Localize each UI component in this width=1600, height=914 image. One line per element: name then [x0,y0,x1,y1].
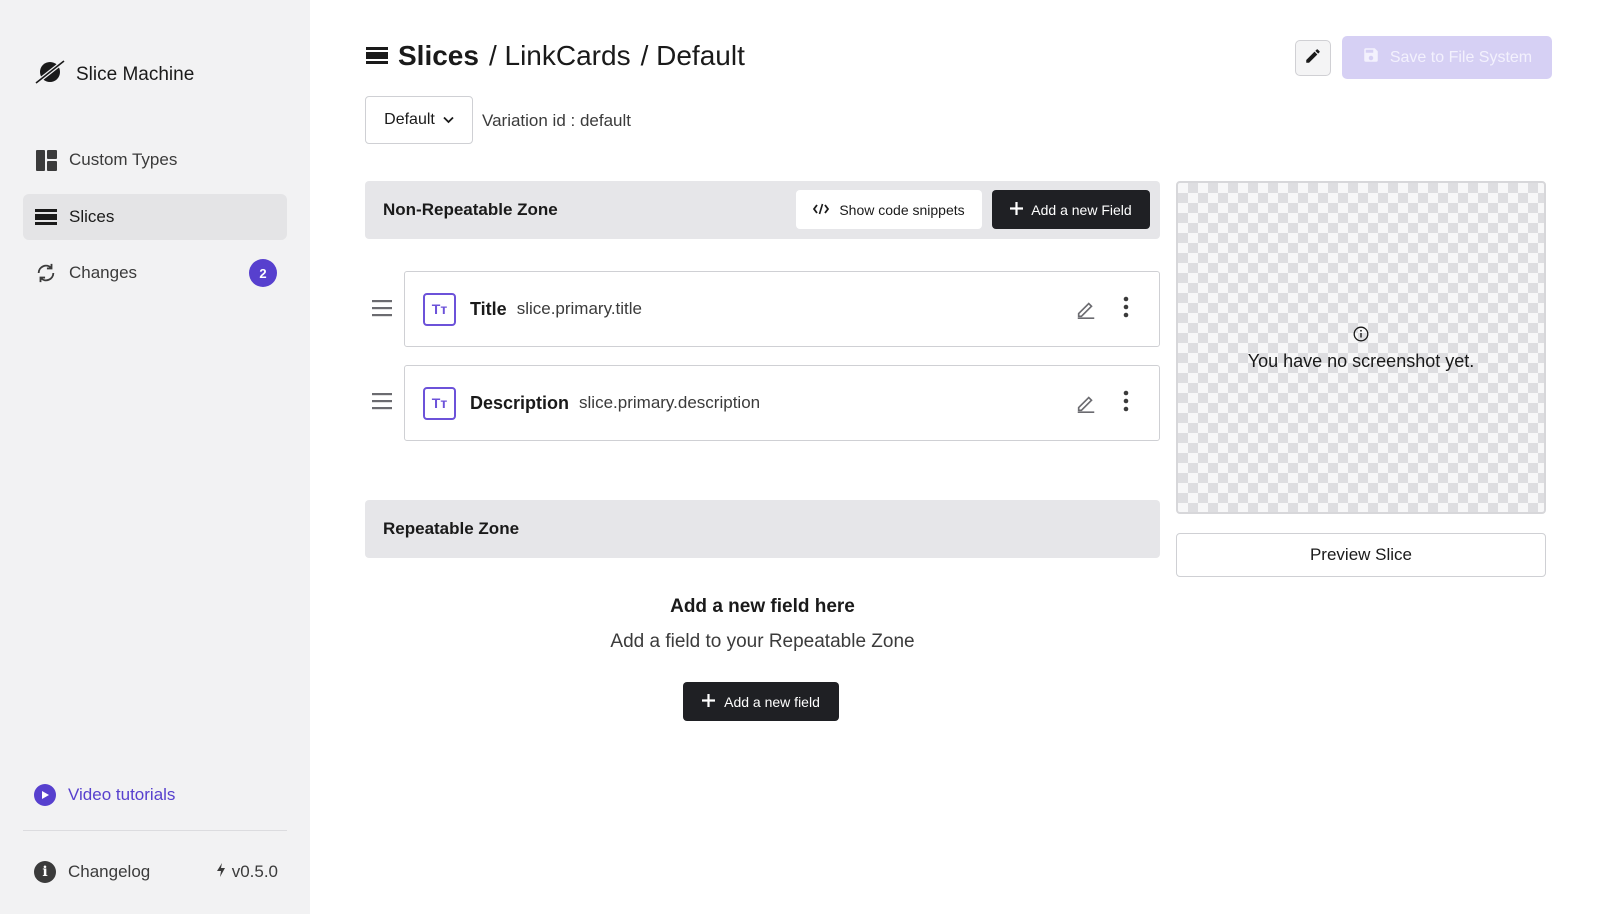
zone-title: Non-Repeatable Zone [383,200,558,219]
breadcrumb-slice: / LinkCards [488,40,631,71]
sidebar-item-custom-types[interactable]: Custom Types [23,137,287,183]
breadcrumb-section[interactable]: Slices [398,40,479,72]
slice-machine-logo-icon [34,57,66,92]
app-name: Slice Machine [76,63,195,85]
rich-text-icon: Tт [423,386,456,420]
empty-state-title: Add a new field here [670,596,855,617]
changelog-link[interactable]: i Changelog v0.5.0 [34,861,278,883]
show-code-snippets-button[interactable]: Show code snippets [796,190,982,229]
add-field-label: Add a new Field [1031,201,1132,218]
slices-icon [366,40,388,72]
save-label: Save to File System [1389,48,1533,66]
sidebar-item-label: Slices [69,207,115,226]
sidebar-divider [23,830,287,831]
more-options-icon[interactable] [1123,296,1129,323]
info-icon: i [34,861,56,883]
sidebar-item-slices[interactable]: Slices [23,194,287,240]
sidebar-item-label: Custom Types [69,150,178,169]
version-label: v0.5.0 [231,862,278,881]
code-icon [813,202,830,218]
no-screenshot-message: You have no screenshot yet. [1178,326,1544,372]
field-api-key: slice.primary.title [516,299,643,318]
save-to-file-system-button[interactable]: Save to File System [1342,36,1552,79]
plus-icon [702,693,716,710]
breadcrumb-variation: / Default [640,40,745,71]
variation-id-label: Variation id : default [482,111,631,130]
sidebar-item-changes[interactable]: Changes 2 [23,250,287,296]
variation-selected: Default [384,111,435,128]
screenshot-placeholder: You have no screenshot yet. [1176,181,1546,514]
lightning-icon [216,862,226,882]
version-indicator: v0.5.0 [216,862,278,882]
edit-slice-button[interactable] [1295,40,1331,76]
plus-icon [1010,201,1024,218]
drag-handle-icon[interactable] [372,299,392,319]
snippets-label: Show code snippets [839,201,965,218]
field-row-title[interactable]: Tт Title slice.primary.title [404,271,1160,347]
rich-text-icon: Tт [423,292,456,326]
add-repeatable-field-button[interactable]: Add a new field [683,682,839,721]
save-icon [1362,46,1380,69]
variation-dropdown[interactable]: Default [365,96,473,144]
add-field-label: Add a new field [724,693,820,710]
edit-field-pencil-icon[interactable] [1075,392,1097,419]
play-icon [34,784,56,806]
pencil-icon [1304,47,1322,70]
field-row-description[interactable]: Tт Description slice.primary.description [404,365,1160,441]
layout-icon [35,149,57,171]
app-logo[interactable]: Slice Machine [34,57,194,92]
no-screenshot-text: You have no screenshot yet. [1247,351,1475,371]
preview-slice-button[interactable]: Preview Slice [1176,533,1546,577]
zone-title: Repeatable Zone [383,519,520,538]
video-tutorials-label: Video tutorials [68,785,176,804]
page-title: Slices / LinkCards / Default [366,40,745,72]
field-label: Title [470,298,507,319]
empty-state-subtitle: Add a field to your Repeatable Zone [610,631,915,652]
drag-handle-icon[interactable] [372,392,392,412]
repeatable-zone-header: Repeatable Zone [365,500,1160,558]
chevron-down-icon [443,111,454,129]
changelog-label: Changelog [68,862,151,881]
sync-icon [35,262,57,284]
slices-icon [35,206,57,228]
edit-field-pencil-icon[interactable] [1075,298,1097,325]
sidebar-item-label: Changes [69,263,138,282]
changes-count-badge: 2 [249,259,277,287]
add-new-field-button[interactable]: Add a new Field [992,190,1150,229]
more-options-icon[interactable] [1123,390,1129,417]
info-circle-icon [1353,326,1369,347]
video-tutorials-link[interactable]: Video tutorials [34,784,175,806]
field-api-key: slice.primary.description [579,393,761,412]
field-label: Description [470,392,570,413]
sidebar: Slice Machine Custom Types Slices Change… [0,0,310,914]
